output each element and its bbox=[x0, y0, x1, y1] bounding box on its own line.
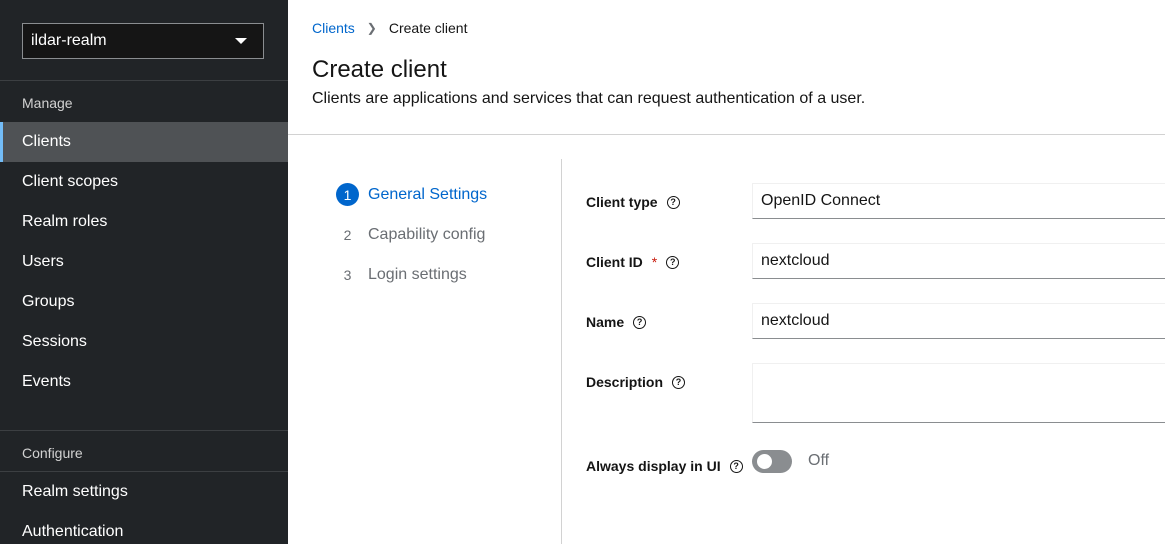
sidebar-item-label: Realm roles bbox=[22, 213, 108, 230]
description-label-text: Description bbox=[586, 374, 664, 390]
step-number: 3 bbox=[343, 266, 352, 283]
nav-divider bbox=[0, 430, 288, 431]
help-icon[interactable]: ? bbox=[666, 255, 680, 269]
nav-section-manage: Manage bbox=[22, 95, 73, 111]
client-type-value: OpenID Connect bbox=[761, 192, 881, 209]
nav-divider bbox=[0, 80, 288, 81]
name-value: nextcloud bbox=[761, 312, 830, 329]
sidebar-item-label: Client scopes bbox=[22, 173, 119, 190]
help-icon[interactable]: ? bbox=[666, 195, 680, 209]
help-icon[interactable]: ? bbox=[633, 315, 647, 329]
caret-down-icon bbox=[235, 38, 247, 44]
page-title: Create client bbox=[312, 56, 447, 83]
realm-selector[interactable]: ildar-realm bbox=[22, 23, 264, 59]
client-id-value: nextcloud bbox=[761, 252, 830, 269]
required-indicator: * bbox=[651, 254, 658, 270]
step-label: Capability config bbox=[368, 225, 486, 243]
wizard-step-capability-config[interactable]: 2 Capability config bbox=[336, 223, 486, 246]
step-number: 2 bbox=[343, 226, 352, 243]
sidebar: ildar-realm Manage Clients Client scopes… bbox=[0, 0, 288, 544]
sidebar-item-clients[interactable]: Clients bbox=[0, 122, 288, 162]
wizard-divider bbox=[561, 159, 562, 544]
breadcrumb-current: Create client bbox=[388, 20, 468, 36]
client-type-label: Client type ? bbox=[586, 194, 680, 210]
breadcrumb: Clients ❯ Create client bbox=[312, 20, 467, 36]
always-display-label-text: Always display in UI bbox=[586, 458, 721, 474]
client-id-label-text: Client ID bbox=[586, 254, 643, 270]
always-display-toggle[interactable] bbox=[752, 450, 792, 473]
client-id-label: Client ID * ? bbox=[586, 254, 680, 270]
sidebar-item-realm-roles[interactable]: Realm roles bbox=[0, 202, 288, 242]
page-description: Clients are applications and services th… bbox=[312, 90, 866, 107]
sidebar-item-groups[interactable]: Groups bbox=[0, 282, 288, 322]
sidebar-item-sessions[interactable]: Sessions bbox=[0, 322, 288, 362]
step-label: General Settings bbox=[368, 185, 488, 203]
sidebar-item-events[interactable]: Events bbox=[0, 362, 288, 402]
client-type-label-text: Client type bbox=[586, 194, 658, 210]
name-label: Name ? bbox=[586, 314, 647, 330]
toggle-knob bbox=[757, 454, 772, 469]
step-label: Login settings bbox=[368, 265, 467, 283]
description-label: Description ? bbox=[586, 374, 686, 390]
sidebar-item-authentication[interactable]: Authentication bbox=[0, 512, 288, 544]
wizard-step-general-settings[interactable]: 1 General Settings bbox=[336, 183, 487, 206]
sidebar-item-label: Sessions bbox=[22, 333, 87, 350]
help-icon[interactable]: ? bbox=[729, 459, 743, 473]
sidebar-item-label: Groups bbox=[22, 293, 75, 310]
chevron-right-icon: ❯ bbox=[366, 21, 377, 35]
sidebar-item-users[interactable]: Users bbox=[0, 242, 288, 282]
sidebar-item-label: Users bbox=[22, 253, 64, 270]
sidebar-item-label: Events bbox=[22, 373, 71, 390]
sidebar-item-label: Realm settings bbox=[22, 483, 128, 500]
toggle-state-label: Off bbox=[808, 452, 830, 469]
client-type-select[interactable]: OpenID Connect bbox=[752, 183, 1165, 219]
nav-section-configure: Configure bbox=[22, 445, 83, 461]
realm-selector-value: ildar-realm bbox=[31, 32, 107, 49]
client-id-input[interactable]: nextcloud bbox=[752, 243, 1165, 279]
wizard-step-login-settings[interactable]: 3 Login settings bbox=[336, 263, 467, 286]
step-number: 1 bbox=[336, 183, 359, 206]
name-input[interactable]: nextcloud bbox=[752, 303, 1165, 339]
sidebar-item-realm-settings[interactable]: Realm settings bbox=[0, 472, 288, 512]
sidebar-item-client-scopes[interactable]: Client scopes bbox=[0, 162, 288, 202]
sidebar-item-label: Clients bbox=[22, 133, 71, 150]
description-textarea[interactable] bbox=[752, 363, 1165, 423]
always-display-label: Always display in UI ? bbox=[586, 458, 743, 474]
name-label-text: Name bbox=[586, 314, 625, 330]
help-icon[interactable]: ? bbox=[672, 375, 686, 389]
breadcrumb-link-clients[interactable]: Clients bbox=[312, 20, 355, 36]
main-content: Clients ❯ Create client Create client Cl… bbox=[288, 0, 1165, 544]
sidebar-item-label: Authentication bbox=[22, 523, 124, 540]
header-divider bbox=[288, 134, 1165, 135]
